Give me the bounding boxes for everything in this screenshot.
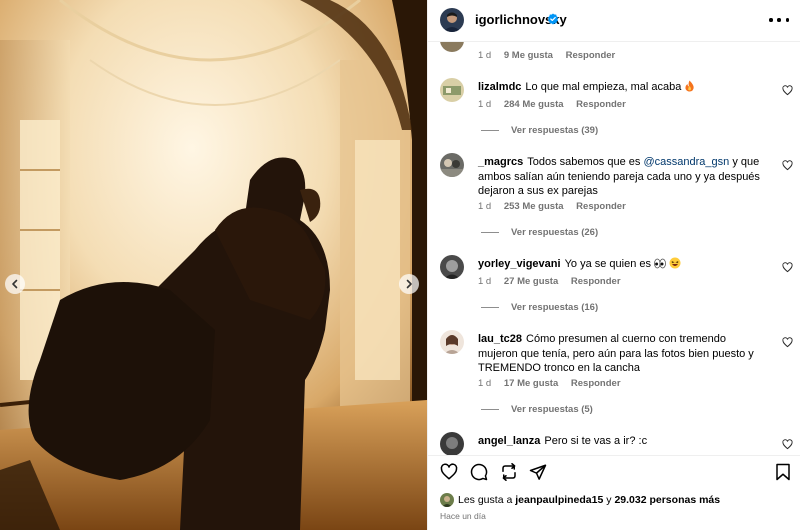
reply-button[interactable]: Responder [571, 276, 621, 287]
comment-content: Lo que mal empieza, mal acaba [525, 81, 682, 93]
commenter-username[interactable]: angel_lanza [478, 435, 540, 447]
likes-count[interactable]: 29.032 personas más [614, 494, 720, 506]
likes-summary[interactable]: Les gusta a jeanpaulpineda15 y 29.032 pe… [440, 493, 720, 507]
author-avatar[interactable] [440, 8, 464, 32]
chevron-left-icon [12, 279, 18, 289]
likes-connector: y [606, 494, 612, 506]
comment-likes[interactable]: 284 Me gusta [504, 99, 564, 110]
commenter-avatar[interactable] [440, 42, 464, 52]
comment-meta: 1 d 284 Me gusta Responder [478, 99, 636, 110]
laughing-emoji-icon [669, 257, 681, 269]
comment-meta: 1 d 27 Me gusta Responder [478, 276, 631, 287]
post-image [0, 0, 427, 530]
like-comment-heart-icon[interactable] [782, 262, 793, 273]
repost-icon[interactable] [500, 463, 518, 481]
post-timestamp[interactable]: Hace un día [440, 511, 486, 521]
view-replies-button[interactable]: Ver respuestas (5) [481, 404, 593, 415]
comment-text: yorley_vigevani Yo ya se quien es [478, 257, 768, 272]
comment-likes[interactable]: 253 Me gusta [504, 201, 564, 212]
liker-avatar [440, 493, 454, 507]
commenter-username[interactable]: _magrcs [478, 156, 523, 168]
comment-likes[interactable]: 9 Me gusta [504, 50, 553, 61]
view-replies-label: Ver respuestas (26) [511, 227, 599, 238]
like-comment-heart-icon[interactable] [782, 337, 793, 348]
mention-link[interactable]: @cassandra_gsn [643, 156, 729, 168]
eyes-emoji-icon [654, 258, 666, 269]
commenter-username[interactable]: lizalmdc [478, 81, 521, 93]
liker-username[interactable]: jeanpaulpineda15 [515, 494, 603, 506]
post-actions: Les gusta a jeanpaulpineda15 y 29.032 pe… [428, 455, 800, 530]
view-replies-button[interactable]: Ver respuestas (39) [481, 125, 598, 136]
comment-meta: 1 d 9 Me gusta Responder [478, 50, 625, 61]
reply-button[interactable]: Responder [576, 201, 626, 212]
view-replies-button[interactable]: Ver respuestas (26) [481, 227, 598, 238]
next-photo-button[interactable] [399, 274, 419, 294]
comment-text: lau_tc28 Cómo presumen al cuerno con trem… [478, 332, 768, 376]
view-replies-label: Ver respuestas (39) [511, 125, 599, 136]
comment-meta: 1 d 253 Me gusta Responder [478, 201, 636, 212]
comment-time: 1 d [478, 276, 492, 287]
comment-text: lizalmdc Lo que mal empieza, mal acaba [478, 80, 768, 95]
comment-icon[interactable] [470, 463, 488, 481]
view-replies-button[interactable]: Ver respuestas (16) [481, 302, 598, 313]
heart-icon[interactable] [440, 463, 458, 481]
commenter-avatar[interactable] [440, 78, 464, 102]
commenter-avatar[interactable] [440, 432, 464, 455]
like-comment-heart-icon[interactable] [782, 439, 793, 450]
bookmark-icon[interactable] [774, 463, 792, 481]
comment-content: Yo ya se quien es [564, 258, 651, 270]
chevron-right-icon [406, 279, 412, 289]
comment-meta: 1 d 17 Me gusta Responder [478, 378, 631, 389]
previous-photo-button[interactable] [5, 274, 25, 294]
post-header: igorlichnovsky [428, 0, 800, 42]
reply-button[interactable]: Responder [566, 50, 616, 61]
comment-time: 1 d [478, 201, 492, 212]
fire-emoji-icon [685, 80, 695, 92]
view-replies-label: Ver respuestas (16) [511, 302, 599, 313]
commenter-username[interactable]: lau_tc28 [478, 333, 522, 345]
comment-likes[interactable]: 27 Me gusta [504, 276, 558, 287]
author-avatar-image [440, 8, 464, 32]
reply-button[interactable]: Responder [576, 99, 626, 110]
commenter-avatar[interactable] [440, 153, 464, 177]
like-comment-heart-icon[interactable] [782, 85, 793, 96]
comment-content: Todos sabemos que es [527, 156, 641, 168]
comment-text: angel_lanza Pero si te vas a ir? :c [478, 434, 768, 449]
comment-content: Pero si te vas a ir? :c [544, 435, 648, 447]
likes-prefix: Les gusta a [458, 494, 513, 506]
reply-button[interactable]: Responder [571, 378, 621, 389]
commenter-username[interactable]: yorley_vigevani [478, 258, 561, 270]
view-replies-label: Ver respuestas (5) [511, 404, 593, 415]
comment-time: 1 d [478, 50, 492, 61]
comment-time: 1 d [478, 378, 492, 389]
comment-likes[interactable]: 17 Me gusta [504, 378, 558, 389]
post-sidebar: igorlichnovsky 1 d 9 Me gusta Responder … [427, 0, 800, 530]
commenter-avatar[interactable] [440, 255, 464, 279]
more-options-icon[interactable] [769, 12, 789, 28]
like-comment-heart-icon[interactable] [782, 160, 793, 171]
comment-text: _magrcs Todos sabemos que es @cassandra_g… [478, 155, 768, 199]
comments-list[interactable]: 1 d 9 Me gusta Responder lizalmdc Lo que … [428, 42, 800, 455]
post-photo [0, 0, 427, 530]
share-icon[interactable] [529, 463, 547, 481]
comment-time: 1 d [478, 99, 492, 110]
commenter-avatar[interactable] [440, 330, 464, 354]
verified-badge-icon [548, 13, 558, 25]
